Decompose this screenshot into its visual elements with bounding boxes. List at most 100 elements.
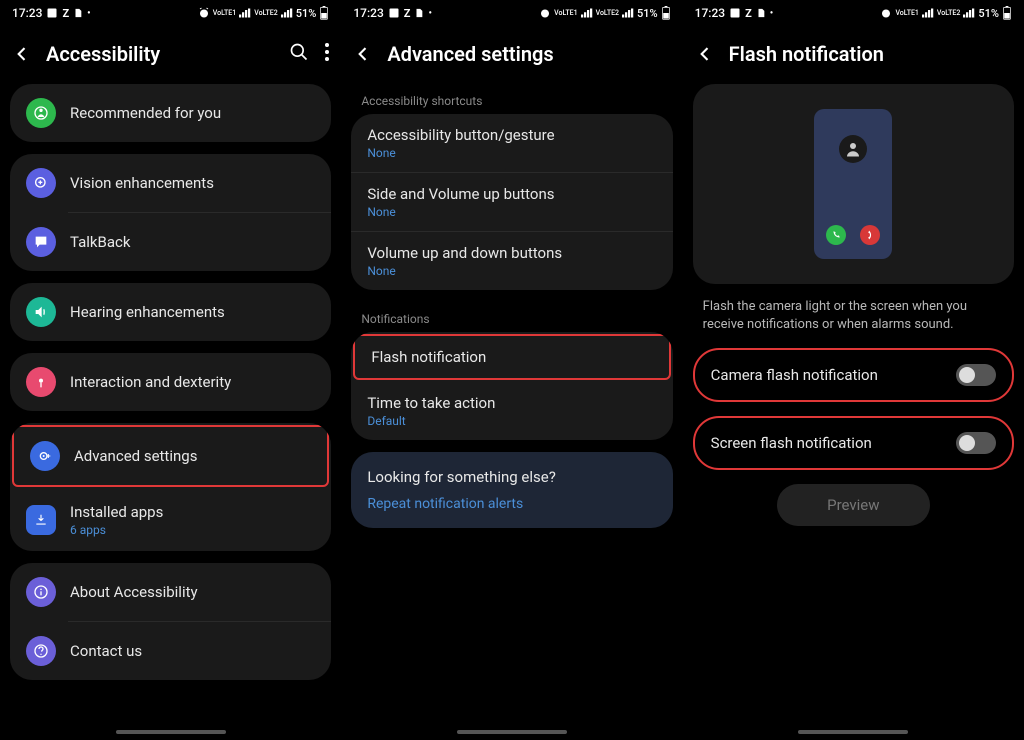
signal1-icon: [922, 8, 934, 18]
item-label: TalkBack: [70, 233, 131, 251]
alarm-icon: [198, 7, 210, 19]
download-icon: [26, 505, 56, 535]
doc-icon: [73, 7, 83, 19]
phone-mock: [814, 109, 892, 259]
preview-button[interactable]: Preview: [777, 484, 929, 526]
gear-plus-icon: [30, 441, 60, 471]
back-button[interactable]: [351, 42, 375, 66]
card-advanced-installed: Advanced settings Installed apps 6 apps: [10, 423, 331, 551]
looking-title: Looking for something else?: [367, 468, 656, 486]
item-volume-updown[interactable]: Volume up and down buttons None: [351, 232, 672, 290]
highlight-screen-flash: Screen flash notification: [693, 416, 1014, 470]
item-hearing[interactable]: Hearing enhancements: [10, 283, 331, 341]
header: Accessibility: [0, 24, 341, 84]
item-label: Contact us: [70, 642, 142, 660]
more-icon[interactable]: [325, 43, 329, 65]
signal2-icon: [281, 8, 293, 18]
accept-call-icon: [826, 225, 846, 245]
card-enhancements: Vision enhancements TalkBack: [10, 154, 331, 271]
item-side-volume[interactable]: Side and Volume up buttons None: [351, 173, 672, 231]
home-indicator[interactable]: [457, 730, 567, 734]
card-about: About Accessibility Contact us: [10, 563, 331, 680]
item-accessibility-button[interactable]: Accessibility button/gesture None: [351, 114, 672, 172]
star-icon: [26, 98, 56, 128]
home-indicator[interactable]: [798, 730, 908, 734]
signal2-icon: [963, 8, 975, 18]
back-button[interactable]: [10, 42, 34, 66]
volte2-icon: VoLTE2: [254, 10, 277, 17]
highlight-camera-flash: Camera flash notification: [693, 348, 1014, 402]
status-battery: 51%: [296, 7, 317, 20]
card-interaction: Interaction and dexterity: [10, 353, 331, 411]
volte1-icon: VoLTE1: [213, 10, 236, 17]
toggle-switch[interactable]: [956, 432, 996, 454]
item-talkback[interactable]: TalkBack: [10, 213, 331, 271]
card-looking: Looking for something else? Repeat notif…: [351, 452, 672, 528]
row-title: Time to take action: [367, 394, 656, 412]
description-text: Flash the camera light or the screen whe…: [683, 298, 1024, 348]
item-contact[interactable]: Contact us: [10, 622, 331, 680]
status-time: 17:23: [12, 6, 42, 20]
alarm-icon: [539, 7, 551, 19]
sound-icon: [26, 297, 56, 327]
item-recommended[interactable]: Recommended for you: [10, 84, 331, 142]
z-icon: Z: [404, 7, 411, 20]
item-label: Vision enhancements: [70, 174, 214, 192]
z-icon: Z: [62, 7, 69, 20]
row-sub: None: [367, 264, 656, 278]
toggle-switch[interactable]: [956, 364, 996, 386]
page-title: Accessibility: [46, 42, 277, 66]
row-sub: None: [367, 205, 656, 219]
screen-accessibility: 17:23 Z • VoLTE1 VoLTE2 51%: [0, 0, 341, 740]
more-dot-icon: •: [87, 8, 91, 19]
gallery-icon: [729, 7, 741, 19]
screen-advanced-settings: 17:23 Z • VoLTE1 VoLTE2 51% Advanced set…: [341, 0, 682, 740]
volte2-icon: VoLTE2: [937, 9, 960, 17]
row-title: Flash notification: [371, 348, 652, 366]
toggle-label: Screen flash notification: [711, 434, 872, 452]
link-repeat-notification-alerts[interactable]: Repeat notification alerts: [367, 496, 656, 512]
item-sublabel: 6 apps: [70, 523, 163, 537]
volte2-icon: VoLTE2: [596, 9, 619, 17]
gallery-icon: [46, 7, 58, 19]
signal1-icon: [239, 8, 251, 18]
volte1-icon: VoLTE1: [895, 9, 918, 17]
row-title: Accessibility button/gesture: [367, 126, 656, 144]
status-battery: 51%: [637, 7, 658, 20]
gallery-icon: [388, 7, 400, 19]
decline-call-icon: [860, 225, 880, 245]
item-vision[interactable]: Vision enhancements: [10, 154, 331, 212]
item-label: Advanced settings: [74, 447, 197, 465]
section-label-shortcuts: Accessibility shortcuts: [341, 84, 682, 114]
item-advanced-settings[interactable]: Advanced settings: [12, 425, 329, 487]
item-installed-apps[interactable]: Installed apps 6 apps: [10, 489, 331, 551]
row-sub: Default: [367, 414, 656, 428]
card-notifications: Flash notification Time to take action D…: [351, 332, 672, 440]
row-title: Side and Volume up buttons: [367, 185, 656, 203]
item-screen-flash[interactable]: Screen flash notification: [695, 418, 1012, 468]
header: Flash notification: [683, 24, 1024, 84]
item-time-to-take-action[interactable]: Time to take action Default: [351, 382, 672, 440]
item-about[interactable]: About Accessibility: [10, 563, 331, 621]
signal2-icon: [622, 8, 634, 18]
status-bar: 17:23 Z • VoLTE1 VoLTE2 51%: [683, 0, 1024, 24]
alarm-icon: [880, 7, 892, 19]
item-flash-notification[interactable]: Flash notification: [353, 334, 670, 380]
row-title: Volume up and down buttons: [367, 244, 656, 262]
search-icon[interactable]: [289, 42, 309, 66]
item-interaction[interactable]: Interaction and dexterity: [10, 353, 331, 411]
z-icon: Z: [745, 7, 752, 20]
signal1-icon: [581, 8, 593, 18]
header: Advanced settings: [341, 24, 682, 84]
back-button[interactable]: [693, 42, 717, 66]
home-indicator[interactable]: [116, 730, 226, 734]
battery-icon: [1002, 6, 1012, 20]
question-icon: [26, 636, 56, 666]
page-title: Flash notification: [729, 42, 1012, 66]
doc-icon: [756, 7, 766, 19]
item-camera-flash[interactable]: Camera flash notification: [695, 350, 1012, 400]
person-icon: [839, 135, 867, 163]
toggle-label: Camera flash notification: [711, 366, 878, 384]
chat-icon: [26, 227, 56, 257]
screen-flash-notification: 17:23 Z • VoLTE1 VoLTE2 51% Flash notifi…: [683, 0, 1024, 740]
